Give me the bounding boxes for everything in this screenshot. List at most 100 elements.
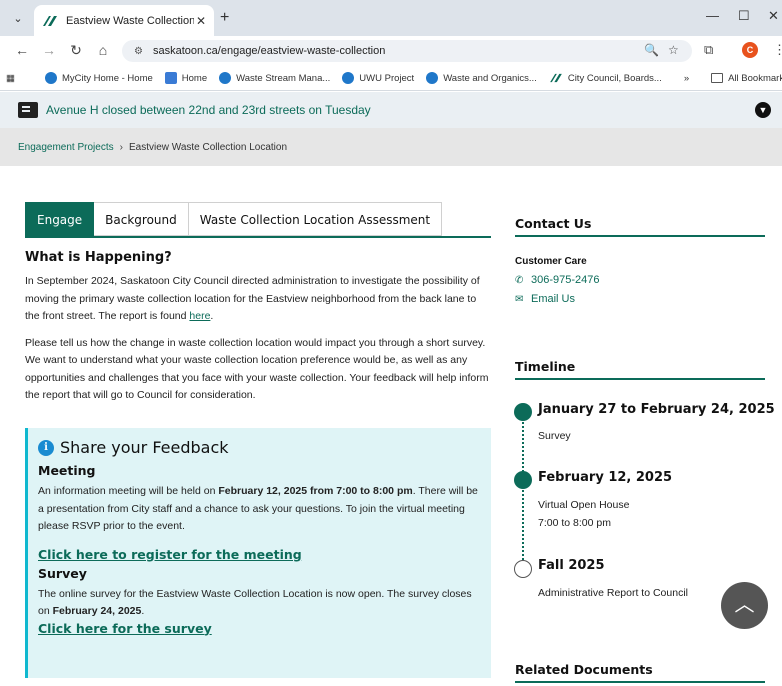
bookmark-waste-stream[interactable]: Waste Stream Mana... <box>219 72 330 84</box>
timeline-date: Fall 2025 <box>538 558 605 573</box>
browser-tab[interactable]: Eastview Waste Collection Loca ✕ <box>34 5 214 36</box>
back-to-top-button[interactable]: ︿ <box>721 582 768 629</box>
timeline-heading: Timeline <box>515 359 765 380</box>
maximize-icon[interactable]: ☐ <box>738 8 750 24</box>
tab-underline <box>25 236 491 238</box>
tab-search-chevron-icon[interactable]: ⌄ <box>8 9 28 29</box>
share-title: Share your Feedback <box>60 438 229 457</box>
report-link[interactable]: here <box>189 310 210 322</box>
alert-message[interactable]: Avenue H closed between 22nd and 23rd st… <box>46 103 371 117</box>
breadcrumb-separator: › <box>119 141 123 153</box>
newspaper-icon <box>18 102 38 118</box>
bookmark-label: MyCity Home - Home <box>61 72 153 84</box>
extensions-icon[interactable]: ⧉ <box>704 42 713 58</box>
window-close-icon[interactable]: ✕ <box>768 8 779 24</box>
browser-tab-bar: ⌄ Eastview Waste Collection Loca ✕ + — ☐… <box>0 0 782 36</box>
bookmarks-overflow-icon[interactable]: » <box>684 73 689 84</box>
expand-chevron-icon[interactable]: ▼ <box>755 102 771 118</box>
contact-heading: Contact Us <box>515 216 765 237</box>
saskatoon-favicon-icon <box>43 15 57 26</box>
breadcrumb: Engagement Projects › Eastview Waste Col… <box>0 128 782 166</box>
survey-close-date: February 24, 2025 <box>52 605 142 617</box>
breadcrumb-engagement-projects[interactable]: Engagement Projects <box>18 142 114 153</box>
info-icon: i <box>38 439 54 456</box>
intro-end: . <box>210 310 214 322</box>
address-toolbar: ← → ↻ ⌂ ⚙ saskatoon.ca/engage/eastview-w… <box>0 36 782 66</box>
back-icon[interactable]: ← <box>13 42 31 58</box>
bookmark-label: UWU Project <box>359 72 415 84</box>
saskatoon-favicon-icon <box>549 73 562 83</box>
intro-text: In September 2024, Saskatoon City Counci… <box>25 275 480 322</box>
apps-grid-icon[interactable]: ▦ <box>6 73 15 84</box>
page-tabs: Engage Background Waste Collection Locat… <box>25 202 443 236</box>
chart-bookmark-icon <box>164 72 177 84</box>
bookmark-home[interactable]: Home <box>164 72 208 84</box>
bookmark-waste-organics[interactable]: Waste and Organics... <box>426 72 537 84</box>
bookmark-label: City Council, Boards... <box>567 72 662 84</box>
saskatoon-bookmark-icon <box>342 72 355 84</box>
zoom-icon[interactable]: 🔍 <box>644 43 659 57</box>
intro-paragraph: In September 2024, Saskatoon City Counci… <box>25 273 493 326</box>
bookmark-label: Waste Stream Mana... <box>236 72 331 84</box>
timeline-desc: Administrative Report to Council <box>538 587 688 599</box>
timeline-dot-done <box>514 403 532 421</box>
phone-number: 306-975-2476 <box>531 274 600 286</box>
meeting-datetime: February 12, 2025 from 7:00 to 8:00 pm <box>218 485 413 497</box>
survey-paragraph: Please tell us how the change in waste c… <box>25 336 489 402</box>
timeline-desc: Virtual Open House <box>538 499 630 511</box>
section-heading: What is Happening? <box>25 250 172 265</box>
tab-background[interactable]: Background <box>94 202 189 236</box>
phone-link[interactable]: ✆ 306-975-2476 <box>515 274 600 286</box>
bookmark-star-icon[interactable]: ☆ <box>668 43 679 57</box>
breadcrumb-current: Eastview Waste Collection Location <box>128 141 288 153</box>
all-bookmarks-button[interactable]: All Bookmarks <box>711 73 782 84</box>
survey-text-end: . <box>141 605 145 617</box>
chevron-up-icon: ︿ <box>734 594 755 616</box>
meeting-text: An information meeting will be held on <box>38 485 219 497</box>
browser-menu-icon[interactable]: ⋮ <box>773 42 782 58</box>
folder-icon <box>711 73 724 83</box>
saskatoon-bookmark-icon <box>44 72 57 84</box>
phone-icon: ✆ <box>515 275 524 286</box>
bookmark-mycity[interactable]: MyCity Home - Home <box>44 72 153 84</box>
tab-close-icon[interactable]: ✕ <box>196 14 206 28</box>
site-info-icon[interactable]: ⚙ <box>134 46 143 57</box>
profile-avatar[interactable]: C <box>742 42 758 58</box>
bookmark-city-council[interactable]: City Council, Boards... <box>549 73 662 84</box>
saskatoon-bookmark-icon <box>426 72 439 84</box>
customer-care-label: Customer Care <box>515 256 587 267</box>
survey-link[interactable]: Click here for the survey <box>38 621 481 636</box>
register-meeting-link[interactable]: Click here to register for the meeting <box>38 547 481 562</box>
bookmark-label: Home <box>181 72 208 84</box>
envelope-icon: ✉ <box>515 294 524 305</box>
meeting-paragraph: An information meeting will be held on F… <box>38 483 481 536</box>
bookmarks-bar: ▦ MyCity Home - Home Home Waste Stream M… <box>0 66 782 91</box>
bookmark-uwu-project[interactable]: UWU Project <box>342 72 414 84</box>
share-header: i Share your Feedback <box>38 438 481 457</box>
alert-banner: Avenue H closed between 22nd and 23rd st… <box>0 92 782 128</box>
bookmark-label: Waste and Organics... <box>443 72 537 84</box>
email-label: Email Us <box>531 293 576 305</box>
new-tab-icon[interactable]: + <box>220 9 229 27</box>
timeline-connector <box>522 418 524 568</box>
minimize-icon[interactable]: — <box>706 8 719 23</box>
meeting-heading: Meeting <box>38 463 96 478</box>
timeline-dot-done <box>514 471 532 489</box>
forward-icon[interactable]: → <box>40 42 58 58</box>
url-bar[interactable]: ⚙ saskatoon.ca/engage/eastview-waste-col… <box>122 40 692 62</box>
tab-waste-collection-assessment[interactable]: Waste Collection Location Assessment <box>188 202 443 236</box>
reload-icon[interactable]: ↻ <box>67 42 85 59</box>
timeline-date: February 12, 2025 <box>538 470 673 485</box>
share-feedback-callout: i Share your Feedback Meeting An informa… <box>25 428 491 678</box>
related-documents-heading: Related Documents <box>515 662 765 683</box>
home-icon[interactable]: ⌂ <box>94 42 112 58</box>
url-text: saskatoon.ca/engage/eastview-waste-colle… <box>152 45 386 57</box>
main-content: What is Happening? In September 2024, Sa… <box>25 250 493 405</box>
tab-title: Eastview Waste Collection Loca <box>66 14 194 27</box>
survey-info-paragraph: The online survey for the Eastview Waste… <box>38 586 481 621</box>
tab-engage[interactable]: Engage <box>25 202 95 236</box>
all-bookmarks-label: All Bookmarks <box>728 72 782 84</box>
survey-heading: Survey <box>38 565 87 581</box>
email-link[interactable]: ✉ Email Us <box>515 293 575 305</box>
timeline-date: January 27 to February 24, 2025 <box>538 402 775 417</box>
